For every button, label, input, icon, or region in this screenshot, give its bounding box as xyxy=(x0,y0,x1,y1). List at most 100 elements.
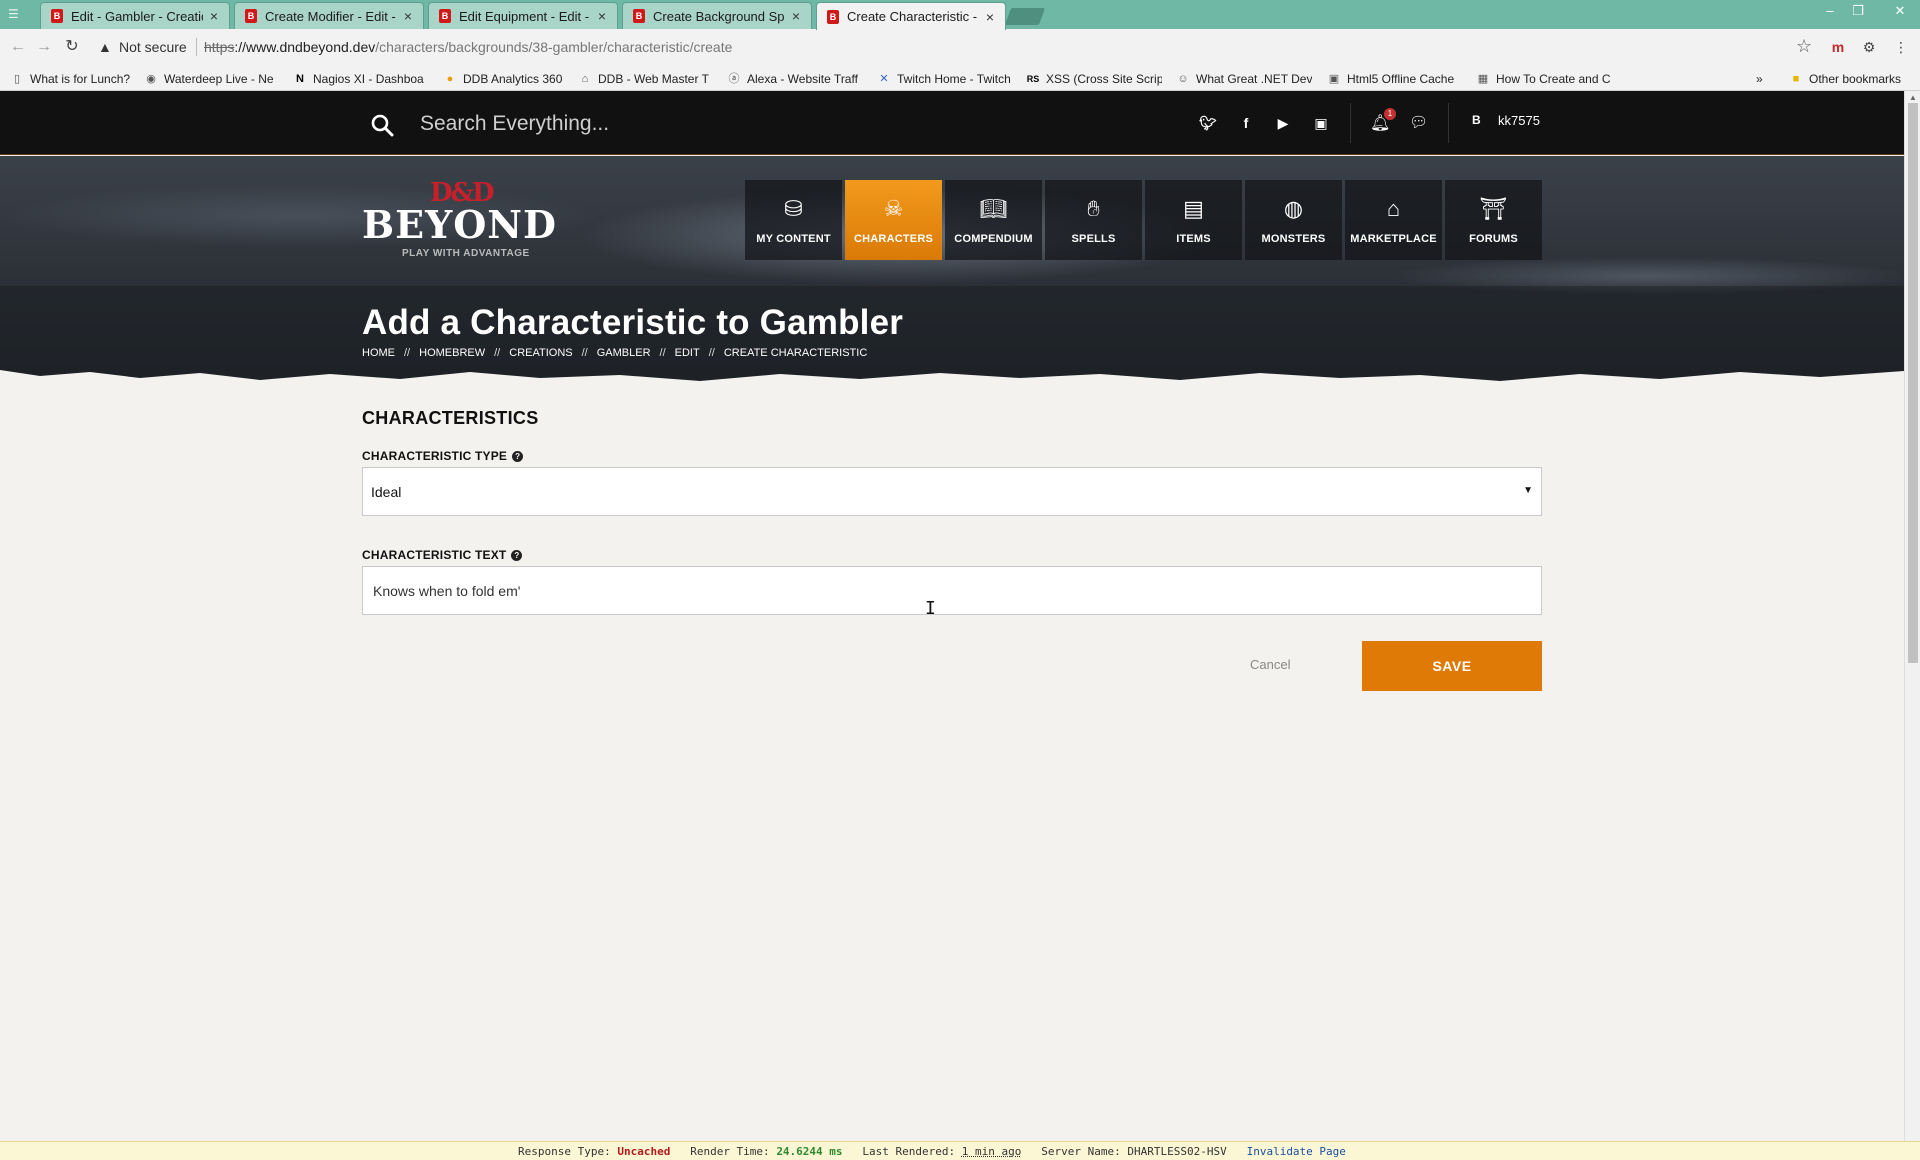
warning-icon[interactable]: ▲ xyxy=(98,39,114,55)
cancel-button[interactable]: Cancel xyxy=(1250,657,1290,672)
debug-label: Server Name: xyxy=(1041,1144,1121,1158)
characteristic-text-input[interactable]: Knows when to fold em' xyxy=(362,566,1542,615)
text-cursor-icon: I xyxy=(925,598,936,619)
page-icon: ▯ xyxy=(13,72,21,85)
tab-title: Create Characteristic - Ec xyxy=(847,9,979,24)
nav-item-compendium[interactable]: 📖︎ COMPENDIUM xyxy=(945,180,1042,260)
search-input[interactable] xyxy=(420,107,840,141)
eye-icon: ◉ xyxy=(146,72,156,85)
monster-icon: ◍ xyxy=(1283,196,1304,221)
restore-icon[interactable]: ❐ xyxy=(1846,2,1870,20)
close-window-icon[interactable]: ✕ xyxy=(1888,2,1912,20)
bookmark-item[interactable]: ◉ Waterdeep Live - Ne xyxy=(144,70,282,87)
notification-badge: 1 xyxy=(1384,108,1396,120)
help-icon[interactable]: ? xyxy=(512,450,524,462)
bookmark-item[interactable]: ▯ What is for Lunch? xyxy=(10,70,138,87)
howto-icon: ▦ xyxy=(1477,72,1489,85)
debug-label: Last Rendered: xyxy=(862,1144,956,1158)
close-icon[interactable]: × xyxy=(207,8,221,24)
bookmark-star-icon[interactable]: ☆ xyxy=(1796,36,1812,57)
bookmarks-overflow-button[interactable]: » xyxy=(1756,70,1763,87)
reload-icon[interactable]: ↻ xyxy=(62,37,82,57)
nav-item-my-content[interactable]: ⛁ MY CONTENT xyxy=(745,180,842,260)
settings-gear-icon[interactable]: ⚙ xyxy=(1860,38,1878,56)
forum-pillar-icon: ⛩ xyxy=(1479,196,1508,221)
back-icon[interactable]: ← xyxy=(8,37,28,57)
url-field[interactable]: https://www.dndbeyond.dev/characters/bac… xyxy=(204,39,732,55)
tab-title: Create Modifier - Edit - C xyxy=(265,8,397,24)
twitter-icon[interactable]: 🐦︎ xyxy=(1198,114,1218,132)
nav-item-forums[interactable]: ⛩ FORUMS xyxy=(1445,180,1542,260)
nav-item-marketplace[interactable]: ⌂ MARKETPLACE xyxy=(1345,180,1442,260)
divider xyxy=(196,38,197,56)
nav-item-spells[interactable]: ✋︎ SPELLS xyxy=(1045,180,1142,260)
alexa-icon: ⓐ xyxy=(728,72,740,85)
nav-item-characters[interactable]: ☠ CHARACTERS xyxy=(845,180,942,260)
debug-info-bar: Response Type: Uncached Render Time: 24.… xyxy=(0,1141,1920,1160)
bookmark-item[interactable]: RS XSS (Cross Site Script xyxy=(1026,70,1162,87)
browser-tab[interactable]: B Create Modifier - Edit - C × xyxy=(234,2,424,29)
invalidate-page-link[interactable]: Invalidate Page xyxy=(1247,1145,1346,1158)
username-link[interactable]: kk7575 xyxy=(1498,113,1540,128)
bookmark-item[interactable]: ✕ Twitch Home - Twitch xyxy=(877,70,1013,87)
new-tab-button[interactable] xyxy=(1004,8,1046,25)
breadcrumb-separator: // xyxy=(581,347,588,359)
facebook-icon[interactable]: f xyxy=(1236,114,1256,132)
bookmark-item[interactable]: ▦ How To Create and C xyxy=(1476,70,1614,87)
breadcrumb-edit[interactable]: EDIT xyxy=(675,347,700,359)
youtube-icon[interactable]: ▶ xyxy=(1273,114,1293,132)
save-button[interactable]: SAVE xyxy=(1362,641,1542,691)
render-time-value: 24.6244 ms xyxy=(776,1144,843,1158)
bookmarks-bar: ▯ What is for Lunch? ◉ Waterdeep Live - Ne… xyxy=(0,65,1920,91)
characteristic-type-label: CHARACTERISTIC TYPE ? xyxy=(362,449,524,463)
close-icon[interactable]: × xyxy=(595,8,609,24)
bookmark-item[interactable]: ☺ What Great .NET Dev xyxy=(1176,70,1312,87)
close-icon[interactable]: × xyxy=(789,8,803,24)
site-logo[interactable]: D&D BEYOND PLAY WITH ADVANTAGE xyxy=(362,178,562,268)
scroll-up-icon[interactable]: ▲ xyxy=(1909,93,1917,102)
minimize-icon[interactable]: – xyxy=(1818,2,1842,20)
bookmark-item[interactable]: N Nagios XI - Dashboa xyxy=(293,70,431,87)
browser-tab[interactable]: B Create Background Spec × xyxy=(622,2,812,29)
bookmark-item[interactable]: ⌂ DDB - Web Master T xyxy=(578,70,716,87)
breadcrumb-creations[interactable]: CREATIONS xyxy=(509,347,572,359)
user-avatar[interactable]: B xyxy=(1472,113,1481,127)
bookmark-label: What Great .NET Dev xyxy=(1196,71,1312,86)
browser-tab[interactable]: B Edit - Gambler - Creation × xyxy=(40,2,230,29)
menu-kebab-icon[interactable]: ⋮ xyxy=(1892,38,1910,56)
torn-paper-edge xyxy=(0,370,1904,390)
window-menu-icon[interactable]: ☰ xyxy=(8,8,23,20)
close-icon[interactable]: × xyxy=(401,8,415,24)
security-label[interactable]: Not secure xyxy=(119,39,187,55)
characteristic-type-select[interactable]: Ideal ▼ xyxy=(362,467,1542,516)
nav-item-items[interactable]: ▤ ITEMS xyxy=(1145,180,1242,260)
page-scrollbar[interactable]: ▲ xyxy=(1904,91,1920,1141)
field-label-text: CHARACTERISTIC TYPE xyxy=(362,449,508,463)
browser-tab[interactable]: B Edit Equipment - Edit - C × xyxy=(428,2,618,29)
breadcrumb-homebrew[interactable]: HOMEBREW xyxy=(419,347,485,359)
breadcrumb-home[interactable]: HOME xyxy=(362,347,395,359)
bookmark-item[interactable]: ⓐ Alexa - Website Traff xyxy=(727,70,865,87)
breadcrumb-gambler[interactable]: GAMBLER xyxy=(597,347,651,359)
url-path: /characters/backgrounds/38-gambler/chara… xyxy=(375,39,733,55)
close-icon[interactable]: × xyxy=(983,9,997,25)
scroll-thumb[interactable] xyxy=(1908,103,1918,663)
response-type-value: Uncached xyxy=(617,1144,671,1158)
browser-tab-active[interactable]: B Create Characteristic - Ec × xyxy=(816,2,1006,30)
help-icon[interactable]: ? xyxy=(511,549,523,561)
store-icon: ⌂ xyxy=(1386,196,1401,221)
nav-label: MY CONTENT xyxy=(756,233,831,245)
page-title: Add a Characteristic to Gambler xyxy=(362,303,904,342)
bookmark-label: Nagios XI - Dashboa xyxy=(313,71,424,86)
extension-m-icon[interactable]: m xyxy=(1829,38,1847,56)
breadcrumb-separator: // xyxy=(708,347,715,359)
bookmark-item[interactable]: ● DDB Analytics 360 xyxy=(443,70,573,87)
bookmark-item[interactable]: ▣ Html5 Offline Cache xyxy=(1327,70,1461,87)
forward-icon[interactable]: → xyxy=(34,37,54,57)
twitch-icon[interactable]: ▣ xyxy=(1311,114,1331,132)
chat-icon[interactable]: 💬︎ xyxy=(1409,113,1429,133)
search-icon[interactable] xyxy=(370,113,394,137)
nav-item-monsters[interactable]: ◍ MONSTERS xyxy=(1245,180,1342,260)
other-bookmarks-folder[interactable]: ■ Other bookmarks xyxy=(1789,70,1901,87)
bookmark-label: Other bookmarks xyxy=(1809,71,1902,86)
